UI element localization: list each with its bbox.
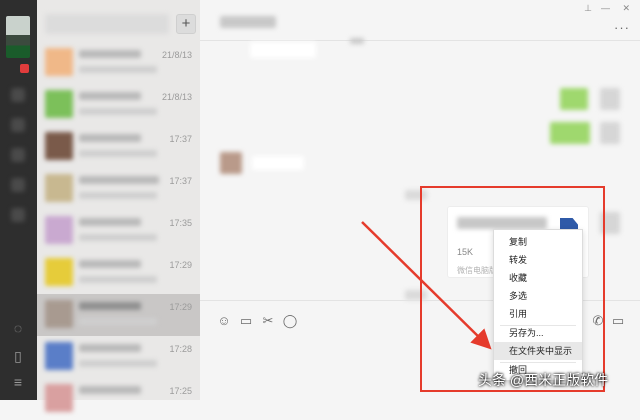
navigation-rail: ◌ ▯ ≡ (0, 0, 37, 400)
pin-icon[interactable]: ⊥ (584, 3, 592, 14)
message-text (350, 38, 364, 44)
phone-device-icon[interactable]: ▯ (10, 348, 26, 364)
message-bubble (550, 122, 590, 144)
list-item[interactable]: 17:29 (37, 252, 200, 294)
scissors-icon[interactable]: ✂ (260, 313, 276, 329)
more-options-icon[interactable]: ··· (614, 20, 630, 35)
menu-icon[interactable]: ≡ (10, 374, 26, 390)
list-item[interactable]: 17:25 (37, 378, 200, 420)
conversation-time: 17:37 (169, 176, 192, 186)
unread-badge (20, 64, 29, 73)
chat-title (220, 16, 276, 28)
conversation-time: 17:28 (169, 344, 192, 354)
files-nav-icon[interactable] (11, 178, 25, 192)
video-icon[interactable]: ▭ (610, 313, 626, 329)
mini-program-icon[interactable]: ◌ (10, 320, 26, 336)
highlight-box (420, 186, 605, 392)
list-item[interactable]: 21/8/13 (37, 84, 200, 126)
chat-header: ⊥ — ✕ ··· (200, 0, 640, 41)
message-bubble (252, 156, 304, 170)
conversation-time: 17:37 (169, 134, 192, 144)
close-icon[interactable]: ✕ (622, 3, 630, 14)
chat-nav-icon[interactable] (11, 88, 25, 102)
conversation-time: 17:35 (169, 218, 192, 228)
conversation-time: 21/8/13 (161, 92, 192, 102)
list-item[interactable]: 17:28 (37, 336, 200, 378)
list-item-selected[interactable]: 17:29 (37, 294, 200, 336)
list-item[interactable]: 17:35 (37, 210, 200, 252)
minimize-icon[interactable]: — (601, 3, 610, 13)
contacts-nav-icon[interactable] (11, 118, 25, 132)
list-item[interactable]: 17:37 (37, 168, 200, 210)
conversation-list: + 21/8/13 21/8/13 17:37 17:37 17:35 17:2… (37, 0, 200, 412)
folder-icon[interactable]: ▭ (238, 313, 254, 329)
avatar (220, 152, 242, 174)
list-item[interactable]: 21/8/13 (37, 42, 200, 84)
add-button[interactable]: + (176, 14, 196, 34)
chat-bubble-icon[interactable]: ◯ (282, 313, 298, 329)
favorites-nav-icon[interactable] (11, 148, 25, 162)
message-bubble (560, 88, 588, 110)
conversation-time: 17:25 (169, 386, 192, 396)
search-input[interactable] (45, 14, 169, 34)
moments-nav-icon[interactable] (11, 208, 25, 222)
emoji-icon[interactable]: ☺ (216, 313, 232, 329)
watermark: 头条 @西米正版软件 (478, 372, 609, 388)
conversation-time: 21/8/13 (161, 50, 192, 60)
avatar[interactable] (6, 16, 30, 58)
conversation-time: 17:29 (169, 302, 192, 312)
avatar (600, 88, 620, 110)
conversation-time: 17:29 (169, 260, 192, 270)
message-bubble (250, 42, 316, 58)
avatar (600, 122, 620, 144)
list-item[interactable]: 17:37 (37, 126, 200, 168)
